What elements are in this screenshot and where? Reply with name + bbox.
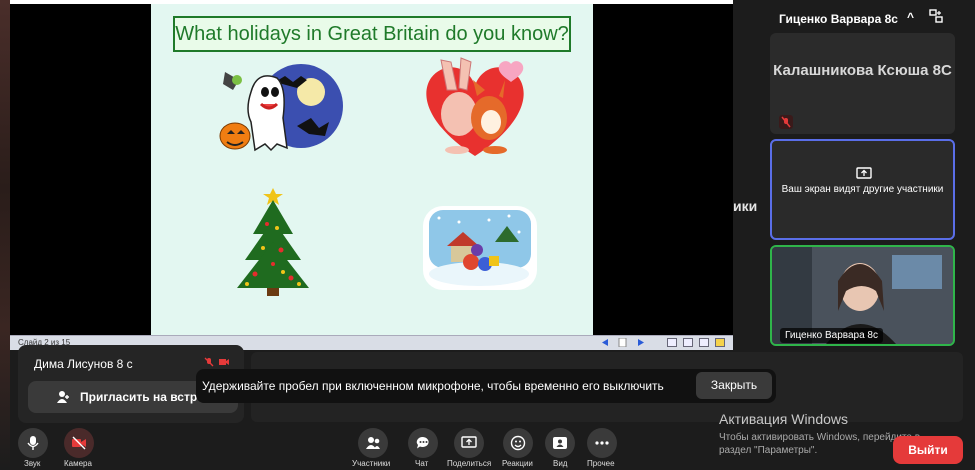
participant-name-label: Гиценко Варвара 8с: [780, 328, 883, 343]
desktop-background-strip: [0, 0, 10, 470]
collapse-chevron-icon[interactable]: ^: [907, 10, 914, 24]
windows-activation-watermark: Активация Windows Чтобы активировать Win…: [719, 411, 920, 457]
normal-view-icon[interactable]: [667, 338, 677, 347]
invite-label: Пригласить на встре: [80, 390, 204, 404]
more-button[interactable]: [587, 428, 617, 458]
smile-icon: [510, 435, 526, 451]
christmas-tree-picture: [237, 188, 309, 296]
prev-arrow-icon: [600, 338, 610, 347]
next-arrow-icon: [636, 338, 646, 347]
sound-button[interactable]: [18, 428, 48, 458]
sound-label: Звук: [24, 459, 41, 468]
chat-icon: [416, 436, 429, 449]
winter-holiday-picture: [423, 206, 537, 290]
add-user-icon: [57, 391, 69, 403]
reactions-label: Реакции: [502, 459, 533, 468]
participant-row-icons: [204, 357, 230, 367]
chat-label: Чат: [415, 459, 429, 468]
presentation-slide: What holidays in Great Britain do you kn…: [151, 4, 593, 335]
notes-icon: [618, 337, 628, 348]
view-buttons: [667, 338, 725, 347]
microphone-icon: [27, 436, 39, 450]
slide-title: What holidays in Great Britain do you kn…: [173, 16, 571, 52]
switch-layout-icon[interactable]: [929, 9, 943, 23]
participant-tile-kalashnikova[interactable]: Калашникова Ксюша 8С: [770, 33, 955, 134]
camera-label: Камера: [64, 459, 92, 468]
truncated-label-fragment: ики: [733, 198, 758, 214]
camera-off-icon: [72, 436, 86, 450]
participant-name: Калашникова Ксюша 8С: [773, 62, 952, 79]
valentine-picture: [426, 57, 524, 156]
share-label: Поделиться: [447, 459, 492, 468]
mic-muted-icon: [204, 357, 214, 367]
slideshow-view-icon[interactable]: [715, 338, 725, 347]
camera-button[interactable]: [64, 428, 94, 458]
mic-hint-toast: Удерживайте пробел при включенном микроф…: [196, 369, 776, 403]
activation-title: Активация Windows: [719, 411, 849, 427]
halloween-picture: [219, 64, 343, 152]
activation-line1: Чтобы активировать Windows, перейдите в: [719, 432, 921, 443]
toast-message: Удерживайте пробел при включенном микроф…: [202, 379, 664, 393]
chat-button[interactable]: [408, 428, 438, 458]
view-button[interactable]: [545, 428, 575, 458]
view-icon: [553, 437, 567, 449]
screen-share-icon: [856, 167, 872, 179]
app-root: What holidays in Great Britain do you kn…: [0, 0, 975, 470]
presenter-name: Гиценко Варвара 8с: [779, 12, 898, 26]
more-dots-icon: [595, 441, 609, 445]
screen-share-icon: [461, 436, 477, 448]
participant-tile-gitsenko-video[interactable]: Гиценко Варвара 8с: [770, 245, 955, 346]
share-button[interactable]: [454, 428, 484, 458]
reading-view-icon[interactable]: [699, 338, 709, 347]
view-label: Вид: [553, 459, 568, 468]
participants-icon: [366, 437, 380, 449]
screen-share-tile[interactable]: Ваш экран видят другие участники: [770, 139, 955, 240]
sorter-view-icon[interactable]: [683, 338, 693, 347]
leave-button[interactable]: Выйти: [893, 436, 963, 464]
shared-screen: What holidays in Great Britain do you kn…: [10, 0, 733, 350]
screen-share-notice: Ваш экран видят другие участники: [781, 184, 944, 195]
activation-line2: раздел "Параметры".: [719, 445, 818, 456]
right-panel-header: Гиценко Варвара 8с ^: [779, 9, 959, 28]
mic-muted-icon: [779, 115, 793, 129]
participants-button[interactable]: [358, 428, 388, 458]
toast-close-button[interactable]: Закрыть: [696, 372, 772, 399]
more-label: Прочее: [587, 459, 615, 468]
reactions-button[interactable]: [503, 428, 533, 458]
participant-row-name: Дима Лисунов 8 с: [34, 357, 133, 371]
statusbar-nav: [600, 337, 646, 348]
participants-label: Участники: [352, 459, 391, 468]
camera-off-icon: [219, 359, 229, 365]
